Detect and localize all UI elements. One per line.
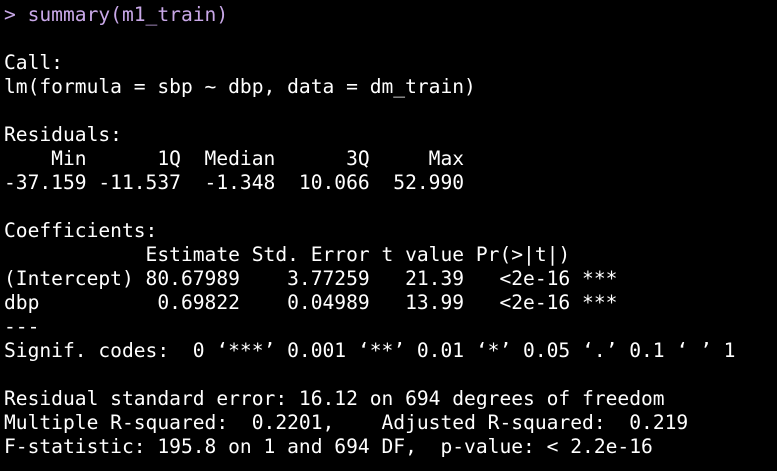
r-squared-line: Multiple R-squared: 0.2201, Adjusted R-s… [4, 411, 701, 434]
signif-codes: Signif. codes: 0 ‘***’ 0.001 ‘**’ 0.01 ‘… [4, 339, 736, 362]
r-console-output: > summary(m1_train) Call: lm(formula = s… [0, 0, 777, 471]
call-formula: lm(formula = sbp ~ dbp, data = dm_train) [4, 75, 476, 98]
residuals-labels: Min 1Q Median 3Q Max [4, 147, 476, 170]
residuals-values: -37.159 -11.537 -1.348 10.066 52.990 [4, 171, 476, 194]
command-text: summary(m1_train) [27, 3, 229, 26]
coefficient-row-dbp: dbp 0.69822 0.04989 13.99 <2e-16 *** [4, 291, 618, 314]
coefficients-header: Coefficients: [4, 219, 158, 242]
prompt-symbol: > [4, 3, 28, 26]
coefficient-row-intercept: (Intercept) 80.67989 3.77259 21.39 <2e-1… [4, 267, 618, 290]
residuals-header: Residuals: [4, 123, 122, 146]
f-statistic-line: F-statistic: 195.8 on 1 and 694 DF, p-va… [4, 435, 653, 458]
call-header: Call: [4, 51, 63, 74]
coefficients-column-header: Estimate Std. Error t value Pr(>|t|) [4, 243, 618, 266]
coefficients-separator: --- [4, 315, 40, 338]
residual-standard-error: Residual standard error: 16.12 on 694 de… [4, 387, 665, 410]
command-line[interactable]: > summary(m1_train) [4, 3, 777, 27]
